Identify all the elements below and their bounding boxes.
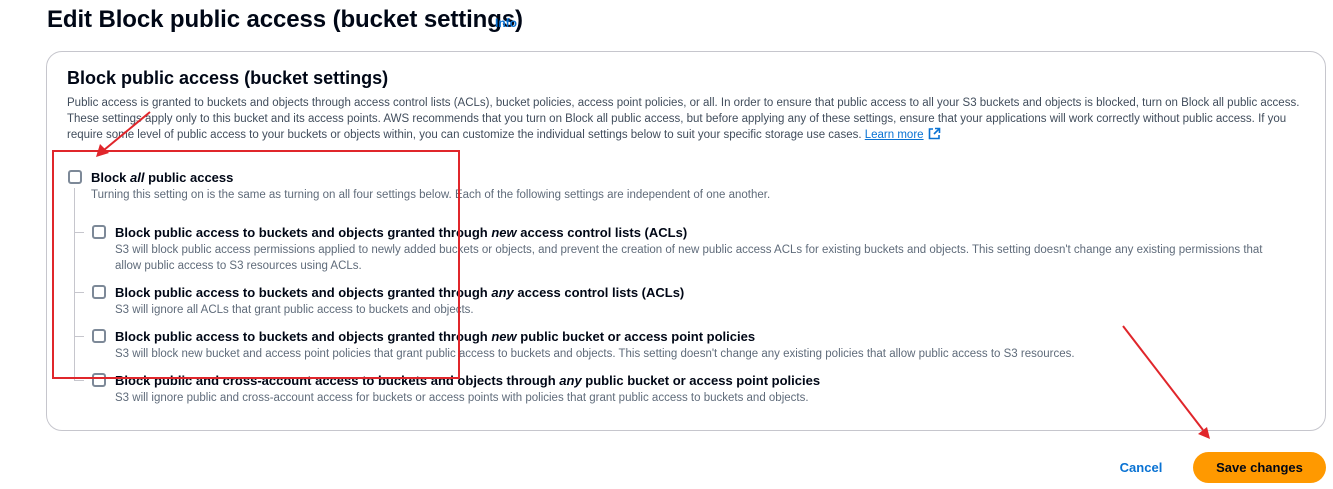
block-new-policies-label[interactable]: Block public access to buckets and objec… [115,329,755,344]
save-changes-button[interactable]: Save changes [1193,452,1326,483]
panel-description: Public access is granted to buckets and … [67,95,1307,143]
tree-connector-branch [74,336,84,337]
tree-connector-branch [74,232,84,233]
external-link-icon[interactable] [928,127,941,140]
block-all-public-access-checkbox[interactable] [68,170,82,184]
block-any-acls-description: S3 will ignore all ACLs that grant publi… [115,304,474,316]
block-any-policies-label[interactable]: Block public and cross-account access to… [115,373,820,388]
learn-more-link[interactable]: Learn more [865,129,924,141]
panel-description-text: Public access is granted to buckets and … [67,97,1300,141]
info-link[interactable]: Info [495,16,517,30]
block-all-public-access-label[interactable]: Block all public access [91,170,233,185]
block-any-acls-label[interactable]: Block public access to buckets and objec… [115,285,684,300]
block-any-policies-checkbox[interactable] [92,373,106,387]
block-new-acls-description: S3 will block public access permissions … [115,244,1263,272]
block-all-public-access-description: Turning this setting on is the same as t… [91,189,771,201]
block-new-acls-checkbox[interactable] [92,225,106,239]
cancel-button[interactable]: Cancel [1110,452,1172,482]
block-new-policies-description: S3 will block new bucket and access poin… [115,348,1075,360]
panel-title: Block public access (bucket settings) [67,68,389,88]
tree-connector-line [74,188,75,380]
block-any-acls-checkbox[interactable] [92,285,106,299]
tree-connector-branch [74,380,84,381]
block-any-policies-description: S3 will ignore public and cross-account … [115,392,809,404]
block-new-acls-label[interactable]: Block public access to buckets and objec… [115,225,687,240]
page-title: Edit Block public access (bucket setting… [47,6,523,33]
tree-connector-branch [74,292,84,293]
block-new-policies-checkbox[interactable] [92,329,106,343]
